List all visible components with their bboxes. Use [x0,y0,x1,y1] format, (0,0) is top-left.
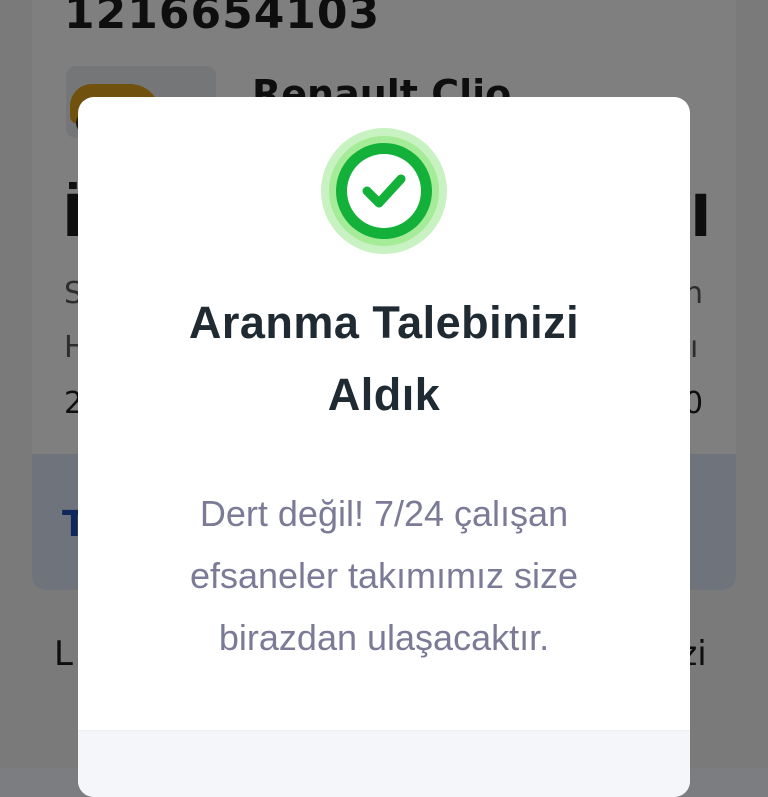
dialog-message-line: birazdan ulaşacaktır. [218,617,550,658]
dialog-footer [78,730,690,797]
dialog-title-line: Aldık [327,369,441,420]
dialog-message-line: efsaneler takımımız size [189,555,579,596]
dialog-title-line: Aranma Talebinizi [188,297,580,348]
dialog-message: Dert değil! 7/24 çalışan efsaneler takım… [108,483,660,669]
dialog-message-line: Dert değil! 7/24 çalışan [199,493,569,534]
success-dialog: Aranma Talebinizi Aldık Dert değil! 7/24… [78,97,690,797]
dialog-title: Aranma Talebinizi Aldık [78,287,690,431]
check-circle-icon [321,128,447,254]
